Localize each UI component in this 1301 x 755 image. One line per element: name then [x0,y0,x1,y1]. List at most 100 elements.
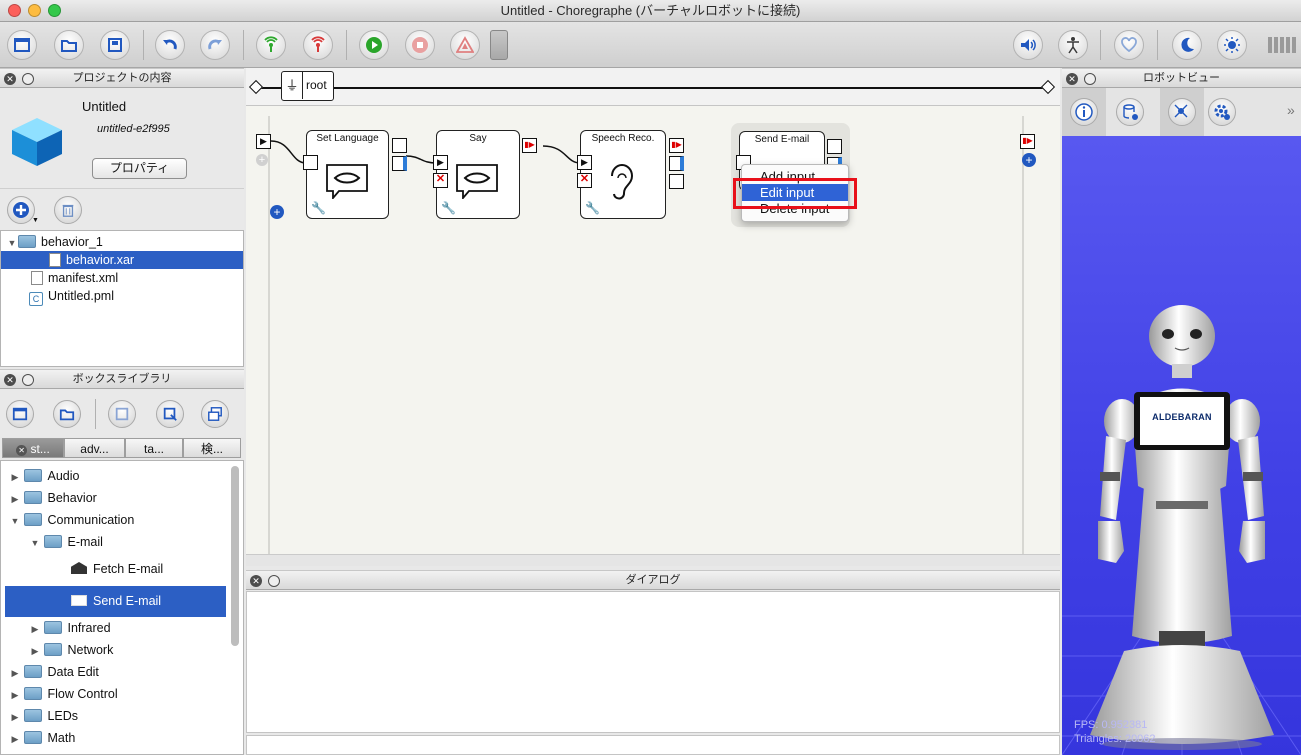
debug-button[interactable] [450,30,480,60]
toggle-indicator-icon[interactable] [490,30,508,60]
chevron-right-icon[interactable]: ▶ [29,642,41,660]
volume-button[interactable] [1013,30,1043,60]
tab-advanced[interactable]: adv... [64,438,125,458]
chevron-right-icon[interactable]: ▶ [9,730,21,748]
tree-item-behavior-xar[interactable]: behavior.xar [1,251,243,269]
library-item-infrared[interactable]: ▶ Infrared [1,619,111,637]
chevron-right-icon[interactable]: ▶ [9,468,21,486]
wrench-icon[interactable]: 🔧 [441,201,456,215]
flow-diagram-canvas[interactable]: ▶ + + ▮▶ + Set Language 🔧 Say 🔧 ▶ ✕ ▮▶ S… [246,106,1060,566]
zoom-window-button[interactable] [48,4,61,17]
float-panel-icon[interactable] [268,575,280,587]
float-panel-icon[interactable] [1084,73,1096,85]
tab-tags[interactable]: ta... [125,438,183,458]
library-item-email[interactable]: ▼ E-mail [1,533,103,551]
more-tools-icon[interactable]: » [1287,102,1295,118]
add-parameter-icon[interactable]: + [270,205,284,219]
dialog-input-field[interactable] [246,735,1060,755]
float-panel-icon[interactable] [22,73,34,85]
tree-item-behavior-folder[interactable]: ▼ behavior_1 [1,233,243,251]
library-item-leds[interactable]: ▶ LEDs [1,707,78,725]
library-item-send-email[interactable]: Send E-mail [5,586,226,617]
chevron-right-icon[interactable]: ▶ [9,686,21,704]
chevron-right-icon[interactable]: ▶ [9,708,21,726]
chevron-down-icon[interactable]: ▼ [9,512,21,530]
box-say[interactable]: Say 🔧 [436,130,520,219]
library-item-math[interactable]: ▶ Math [1,729,75,747]
open-project-button[interactable] [54,30,84,60]
canvas-scrollbar[interactable] [246,554,1060,566]
save-library-button[interactable] [108,400,136,428]
box-set-language[interactable]: Set Language 🔧 [306,130,389,219]
float-panel-icon[interactable] [22,374,34,386]
input-port[interactable] [303,155,318,170]
behavior-start-port[interactable]: ▶ [256,134,271,149]
on-stop-port[interactable]: ✕ [577,173,592,188]
library-item-communication[interactable]: ▼ Communication [1,511,134,529]
chevron-right-icon[interactable]: ▶ [29,620,41,638]
library-windows-button[interactable] [201,400,229,428]
library-item-behavior[interactable]: ▶ Behavior [1,489,97,507]
wake-up-button[interactable] [1217,30,1247,60]
close-tab-icon[interactable]: ✕ [16,445,28,456]
delete-file-button[interactable] [54,196,82,224]
memory-button[interactable] [1116,98,1144,126]
settings-button[interactable] [1208,98,1236,126]
tree-item-pml[interactable]: C Untitled.pml [1,287,243,306]
timeline-end-diamond[interactable] [1040,79,1056,95]
redo-button[interactable] [200,30,230,60]
behavior-end-port[interactable]: ▮▶ [1020,134,1035,149]
close-panel-icon[interactable]: ✕ [1066,73,1078,85]
breadcrumb[interactable]: ⏚ root [281,71,334,101]
save-as-library-button[interactable] [156,400,184,428]
close-panel-icon[interactable]: ✕ [4,73,16,85]
close-panel-icon[interactable]: ✕ [4,374,16,386]
dropdown-arrow-icon[interactable]: ▼ [32,217,39,224]
library-item-flow-control[interactable]: ▶ Flow Control [1,685,118,703]
scrollbar-thumb[interactable] [231,466,239,646]
tab-search[interactable]: 検... [183,438,241,458]
output-port[interactable] [392,138,407,153]
robot-3d-viewport[interactable]: ALDEBARAN FPS: 0.952381 Triangles: 20062 [1062,136,1301,755]
stop-button[interactable] [405,30,435,60]
word-recognized-port[interactable]: ▮▶ [669,138,684,153]
rest-button[interactable] [1172,30,1202,60]
library-item-audio[interactable]: ▶ Audio [1,467,79,485]
chevron-right-icon[interactable]: ▶ [9,664,21,682]
chevron-down-icon[interactable]: ▼ [29,534,41,552]
chevron-down-icon[interactable]: ▼ [6,234,18,252]
wrench-icon[interactable]: 🔧 [585,201,600,215]
on-start-port[interactable]: ▶ [577,155,592,170]
stiffness-button[interactable] [1058,30,1088,60]
connect-button[interactable] [256,30,286,60]
autonomous-life-button[interactable] [1114,30,1144,60]
info-button[interactable] [1070,98,1098,126]
open-library-button[interactable] [53,400,81,428]
play-button[interactable] [359,30,389,60]
output-port[interactable] [827,139,842,154]
tab-standard[interactable]: ✕ st... [2,438,64,458]
new-project-button[interactable] [7,30,37,60]
minimize-window-button[interactable] [28,4,41,17]
joint-button[interactable] [1168,98,1196,126]
wrench-icon[interactable]: 🔧 [311,201,326,215]
on-stopped-port[interactable]: ▮▶ [522,138,537,153]
properties-button[interactable]: プロパティ [92,158,187,179]
tree-item-manifest[interactable]: manifest.xml [1,269,243,287]
new-library-button[interactable] [6,400,34,428]
library-item-fetch-email[interactable]: Fetch E-mail [1,560,163,578]
box-speech-reco[interactable]: Speech Reco. 🔧 [580,130,666,219]
add-input-icon[interactable]: + [256,154,268,166]
dialog-log-area[interactable] [246,591,1060,733]
close-window-button[interactable] [8,4,21,17]
output-port[interactable] [669,174,684,189]
output-port-string[interactable] [392,156,407,171]
output-port-string[interactable] [669,156,684,171]
library-item-network[interactable]: ▶ Network [1,641,113,659]
on-start-port[interactable]: ▶ [433,155,448,170]
close-panel-icon[interactable]: ✕ [250,575,262,587]
undo-button[interactable] [155,30,185,60]
on-stop-port[interactable]: ✕ [433,173,448,188]
add-file-button[interactable] [7,196,35,224]
add-output-icon[interactable]: + [1022,153,1036,167]
